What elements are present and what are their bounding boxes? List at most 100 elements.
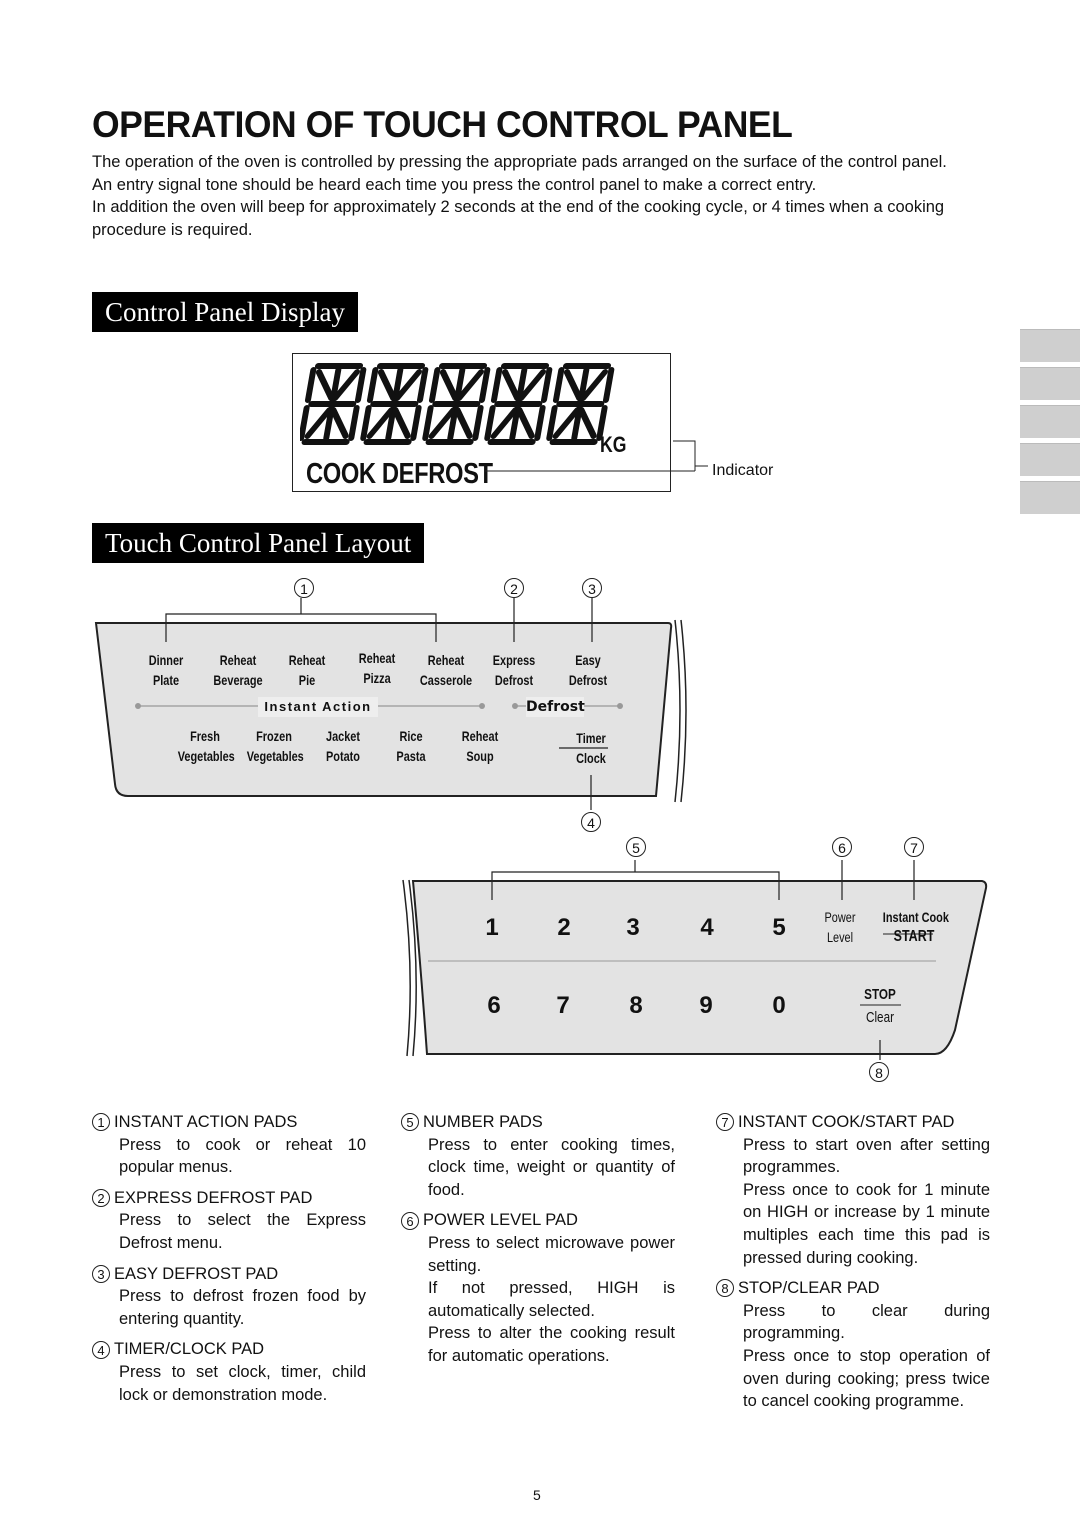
description-column-1: 1 INSTANT ACTION PADS Press to cook or reh… <box>92 1111 366 1414</box>
page-title: OPERATION OF TOUCH CONTROL PANEL <box>92 104 793 145</box>
intro-paragraph: The operation of the oven is controlled … <box>92 153 947 171</box>
callout-7: 7 <box>904 837 924 857</box>
lcd-segment <box>472 405 484 441</box>
description-title: INSTANT ACTION PADS <box>114 1113 298 1131</box>
description-text: Press to select the Express Defrost menu… <box>119 1211 366 1252</box>
pad-label: Vegetables <box>177 748 235 764</box>
pad-label: Rice <box>399 728 423 744</box>
description-title: TIMER/CLOCK PAD <box>114 1340 265 1359</box>
pad-label: Defrost <box>494 672 534 688</box>
number-pad-2[interactable]: 2 <box>549 914 579 942</box>
pad-easy-defrost[interactable]: Easy Defrost <box>565 650 612 690</box>
pad-rice-pasta[interactable]: Rice Pasta <box>388 726 435 766</box>
number-pad-4[interactable]: 4 <box>692 914 722 942</box>
pad-reheat-soup[interactable]: Reheat Soup <box>457 726 504 766</box>
pad-fresh-vegetables[interactable]: Fresh Vegetables <box>177 726 235 766</box>
mode-label: COOK DEFROST <box>306 458 493 490</box>
lcd-segment <box>428 367 441 403</box>
pad-label: Fresh <box>190 728 220 744</box>
description-heading: 4 TIMER/CLOCK PAD <box>92 1338 366 1361</box>
description-text: Press to cook or reheat 10 popular menus… <box>119 1135 366 1177</box>
number-pad-6[interactable]: 6 <box>479 992 509 1020</box>
pad-label: Vegetables <box>246 748 304 764</box>
description-item: 7 INSTANT COOK/START PAD Press to start ov… <box>716 1111 990 1269</box>
lcd-segment <box>304 367 317 403</box>
pad-label: Reheat <box>288 652 326 668</box>
side-tab <box>1020 481 1080 514</box>
description-text: Press to start oven after setting progra… <box>743 1135 990 1177</box>
description-item: 5 NUMBER PADS Press to enter cooking times… <box>401 1111 675 1201</box>
pad-timer-clock[interactable]: Timer Clock <box>568 728 615 768</box>
pad-jacket-potato[interactable]: Jacket Potato <box>320 726 367 766</box>
description-item: 3 EASY DEFROST PAD Press to defrost frozen… <box>92 1263 366 1331</box>
callout-3: 3 <box>582 578 602 598</box>
description-item: 6 POWER LEVEL PAD Press to select microwav… <box>401 1209 675 1367</box>
callout-number: 1 <box>92 1113 110 1132</box>
pad-reheat-beverage[interactable]: Reheat Beverage <box>211 650 266 690</box>
description-body: Press to cook or reheat 10 popular menus… <box>92 1134 366 1179</box>
lcd-digit <box>360 363 429 445</box>
callout-5: 5 <box>626 837 646 857</box>
callout-number: 3 <box>92 1264 110 1283</box>
pad-label: Power <box>824 909 856 925</box>
number-pad-5[interactable]: 5 <box>764 914 794 942</box>
description-heading: 6 POWER LEVEL PAD <box>401 1209 675 1232</box>
callout-number: 4 <box>92 1340 110 1359</box>
pad-label: Potato <box>326 748 360 764</box>
power-level-pad[interactable]: Power Level <box>821 907 860 947</box>
pad-label: Plate <box>152 672 180 688</box>
lcd-digit <box>422 363 491 445</box>
intro-text: The operation of the oven is controlled … <box>92 151 992 242</box>
pad-express-defrost[interactable]: Express Defrost <box>491 650 538 690</box>
number-pad-3[interactable]: 3 <box>618 914 648 942</box>
number-pad-9[interactable]: 9 <box>691 992 721 1020</box>
callout-1: 1 <box>294 578 314 598</box>
description-title: INSTANT COOK/START PAD <box>738 1113 955 1131</box>
pad-frozen-vegetables[interactable]: Frozen Vegetables <box>246 726 304 766</box>
instant-cook-start-pad[interactable]: Instant Cook START <box>882 907 949 947</box>
top-panel-shape <box>94 598 687 810</box>
pad-label: Level <box>826 929 854 945</box>
pad-label: Instant Cook <box>882 909 949 925</box>
number-pad-7[interactable]: 7 <box>548 992 578 1020</box>
defrost-group-label: Defrost <box>526 697 585 717</box>
description-text: Press to defrost frozen food by entering… <box>119 1287 366 1328</box>
side-index-tabs <box>1020 329 1080 519</box>
lcd-segment <box>354 367 367 403</box>
side-tab <box>1020 367 1080 400</box>
pad-dinner-plate[interactable]: Dinner Plate <box>143 650 190 690</box>
description-item: 4 TIMER/CLOCK PAD Press to set clock, time… <box>92 1338 366 1406</box>
lcd-segment <box>546 405 558 441</box>
description-body: Press to set clock, timer, child lock or… <box>92 1361 366 1406</box>
callout-number: 2 <box>92 1189 110 1208</box>
pad-reheat-pizza[interactable]: Reheat Pizza <box>354 648 401 688</box>
side-tab <box>1020 329 1080 362</box>
callout-4: 4 <box>581 812 601 832</box>
stop-clear-pad[interactable]: STOP Clear <box>861 983 900 1029</box>
description-title: POWER LEVEL PAD <box>423 1211 578 1230</box>
pad-label: Jacket <box>325 728 361 744</box>
description-heading: 5 NUMBER PADS <box>401 1111 675 1134</box>
pad-label: Defrost <box>568 672 608 688</box>
description-item: 1 INSTANT ACTION PADS Press to cook or reh… <box>92 1111 366 1179</box>
lcd-segment <box>410 405 422 441</box>
description-text: Press once to stop operation of oven dur… <box>743 1346 990 1411</box>
pad-reheat-pie[interactable]: Reheat Pie <box>284 650 331 690</box>
callout-number: 5 <box>401 1113 419 1132</box>
pad-reheat-casserole[interactable]: Reheat Casserole <box>419 650 474 690</box>
lcd-segment <box>602 367 615 403</box>
instant-action-group-label: Instant Action <box>258 697 378 717</box>
number-pad-1[interactable]: 1 <box>477 914 507 942</box>
description-body: Press to defrost frozen food by entering… <box>92 1285 366 1330</box>
description-body: Press to select the Express Defrost menu… <box>92 1209 366 1254</box>
pad-label: Soup <box>466 748 494 764</box>
intro-paragraph: In addition the oven will beep for appro… <box>92 198 945 240</box>
description-text: Press to enter cooking times, clock time… <box>428 1135 675 1199</box>
number-pad-8[interactable]: 8 <box>621 992 651 1020</box>
description-heading: 1 INSTANT ACTION PADS <box>92 1111 366 1134</box>
description-body: Press to clear during programming. Press … <box>716 1300 990 1413</box>
callout-number: 8 <box>716 1279 734 1298</box>
callout-8: 8 <box>869 1062 889 1082</box>
number-pad-0[interactable]: 0 <box>764 992 794 1020</box>
layout-section-heading: Touch Control Panel Layout <box>92 523 425 563</box>
